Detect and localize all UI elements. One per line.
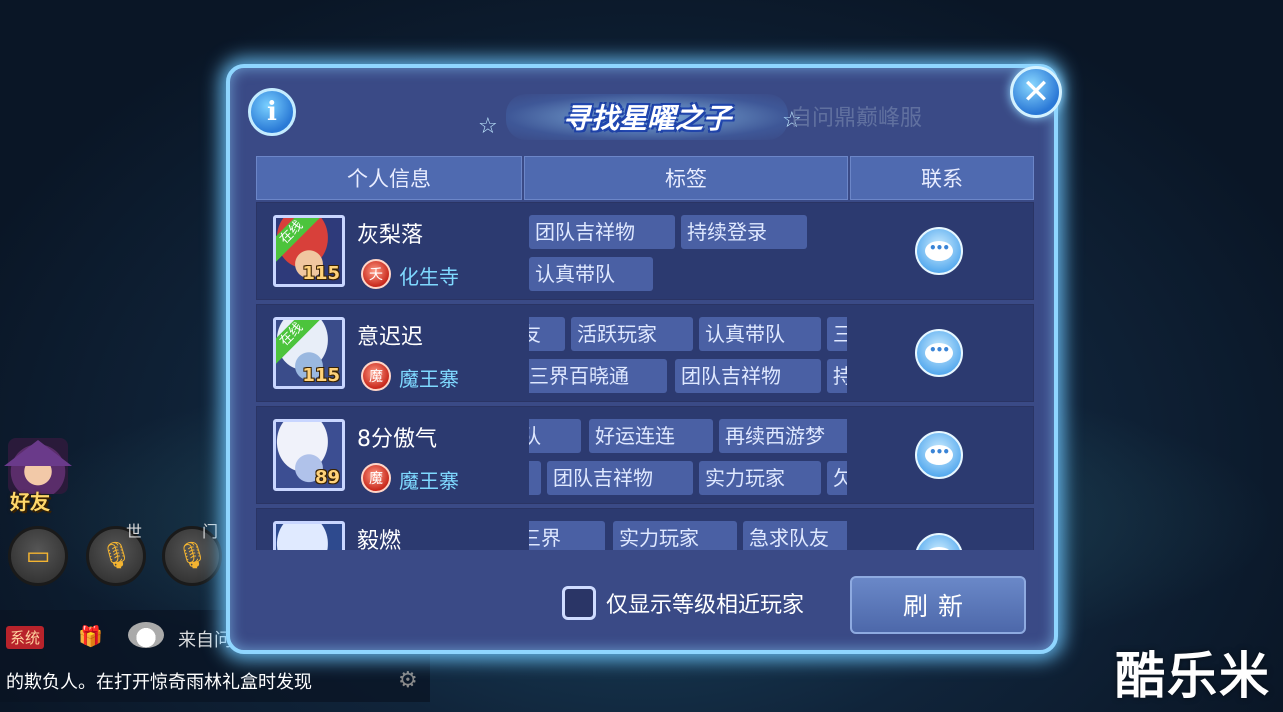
tag: 欠 bbox=[827, 461, 847, 495]
close-button[interactable]: ✕ bbox=[1010, 66, 1062, 118]
tag: 急求队友 bbox=[743, 521, 847, 550]
tag: 团队吉祥物 bbox=[529, 215, 675, 249]
header-tags: 标签 bbox=[524, 156, 848, 200]
player-avatar[interactable]: 在线 115 bbox=[273, 215, 345, 287]
mic-icon: 🎙 bbox=[175, 541, 209, 571]
header-personal-info: 个人信息 bbox=[256, 156, 522, 200]
player-tags: 友 活跃玩家 认真带队 三 三界百晓通 团队吉祥物 持 bbox=[529, 315, 847, 395]
player-row[interactable]: 在线 115 灰梨落 夭 化生寺 团队吉祥物 持续登录 认真带队 ••• bbox=[256, 202, 1034, 300]
close-icon: ✕ bbox=[1021, 72, 1051, 112]
chat-toggle-button[interactable]: ▭ bbox=[8, 526, 68, 586]
team-channel-tag: 门 bbox=[202, 522, 219, 541]
tag: 实力玩家 bbox=[699, 461, 821, 495]
player-level: 115 bbox=[302, 263, 340, 284]
refresh-button[interactable]: 刷新 bbox=[850, 576, 1026, 634]
tag: 持 bbox=[827, 359, 847, 393]
sect-icon: 魔 bbox=[361, 361, 391, 391]
player-list[interactable]: 在线 115 灰梨落 夭 化生寺 团队吉祥物 持续登录 认真带队 ••• 在线 … bbox=[256, 202, 1034, 550]
level-filter-label: 仅显示等级相近玩家 bbox=[606, 593, 805, 618]
world-channel-tag: 世 bbox=[126, 522, 143, 541]
tag: 三界百晓通 bbox=[529, 359, 667, 393]
gear-icon[interactable]: ⚙ bbox=[398, 668, 418, 693]
player-name: 8分傲气 bbox=[357, 427, 437, 452]
player-portrait bbox=[276, 524, 342, 550]
friend-button[interactable]: 好友 bbox=[4, 438, 72, 514]
player-sect: 化生寺 bbox=[399, 265, 459, 289]
player-name: 毅燃 bbox=[357, 529, 402, 550]
player-tags: 带队 好运连连 再续西游梦 物 团队吉祥物 实力玩家 欠 bbox=[529, 417, 847, 497]
tag: 实力玩家 bbox=[613, 521, 737, 550]
contact-button[interactable]: ••• bbox=[915, 431, 963, 479]
tag: 物 bbox=[529, 461, 541, 495]
contact-button[interactable]: ••• bbox=[915, 329, 963, 377]
tag: 团队吉祥物 bbox=[547, 461, 693, 495]
sect-icon: 魔 bbox=[361, 463, 391, 493]
chat-bubble-icon: ••• bbox=[925, 547, 953, 550]
player-row[interactable]: 毅燃 战三界 实力玩家 急求队友 ••• bbox=[256, 508, 1034, 550]
star-icon: ☆ bbox=[478, 114, 498, 139]
find-star-dialog: i ☆ ☆ 寻找星曜之子 自问鼎巅峰服 ✕ 个人信息 标签 联系 在线 115 … bbox=[226, 64, 1062, 654]
player-level: 89 bbox=[314, 467, 340, 488]
friend-label: 好友 bbox=[10, 490, 50, 514]
tag: 持续登录 bbox=[681, 215, 807, 249]
tag: 认真带队 bbox=[529, 257, 653, 291]
tag: 带队 bbox=[529, 419, 581, 453]
info-icon: i bbox=[267, 97, 277, 127]
tag: 团队吉祥物 bbox=[675, 359, 821, 393]
contact-button[interactable]: ••• bbox=[915, 533, 963, 550]
gift-icon: 🎁 bbox=[78, 624, 103, 648]
player-sect: 魔王寨 bbox=[399, 469, 459, 493]
watermark: 酷乐米 bbox=[1115, 647, 1271, 705]
tag: 再续西游梦 bbox=[719, 419, 847, 453]
tag: 活跃玩家 bbox=[571, 317, 693, 351]
player-row[interactable]: 89 8分傲气 魔 魔王寨 带队 好运连连 再续西游梦 物 团队吉祥物 实力玩家… bbox=[256, 406, 1034, 504]
player-name: 意迟迟 bbox=[357, 325, 424, 350]
tag: 友 bbox=[529, 317, 565, 351]
player-avatar[interactable]: 89 bbox=[273, 419, 345, 491]
level-filter[interactable]: 仅显示等级相近玩家 bbox=[562, 586, 804, 620]
player-level: 115 bbox=[302, 365, 340, 386]
player-sect: 魔王寨 bbox=[399, 367, 459, 391]
server-hint: 自问鼎巅峰服 bbox=[790, 106, 923, 131]
dialog-title: 寻找星曜之子 bbox=[506, 94, 788, 140]
contact-button[interactable]: ••• bbox=[915, 227, 963, 275]
header-contact: 联系 bbox=[850, 156, 1034, 200]
player-avatar[interactable] bbox=[273, 521, 345, 550]
tag: 战三界 bbox=[529, 521, 605, 550]
player-avatar[interactable]: 在线 115 bbox=[273, 317, 345, 389]
player-name: 灰梨落 bbox=[357, 223, 424, 248]
level-filter-checkbox[interactable] bbox=[562, 586, 596, 620]
tag: 认真带队 bbox=[699, 317, 821, 351]
chat-line-2: 的欺负人。在打开惊奇雨林礼盒时发现 bbox=[6, 672, 312, 693]
chat-bubble-icon: ••• bbox=[925, 343, 953, 363]
player-row[interactable]: 在线 115 意迟迟 魔 魔王寨 友 活跃玩家 认真带队 三 三界百晓通 团队吉… bbox=[256, 304, 1034, 402]
player-tags: 团队吉祥物 持续登录 认真带队 bbox=[529, 213, 847, 293]
player-tags: 战三界 实力玩家 急求队友 bbox=[529, 519, 847, 550]
mic-icon: 🎙 bbox=[99, 541, 133, 571]
info-button[interactable]: i bbox=[248, 88, 296, 136]
system-badge: 系统 bbox=[6, 626, 45, 649]
chat-icon: ▭ bbox=[25, 541, 51, 571]
tag: 好运连连 bbox=[589, 419, 713, 453]
chat-bubble-icon: ••• bbox=[925, 241, 953, 261]
sect-icon: 夭 bbox=[361, 259, 391, 289]
npc-avatar bbox=[128, 622, 164, 648]
tag: 三 bbox=[827, 317, 847, 351]
chat-bubble-icon: ••• bbox=[925, 445, 953, 465]
